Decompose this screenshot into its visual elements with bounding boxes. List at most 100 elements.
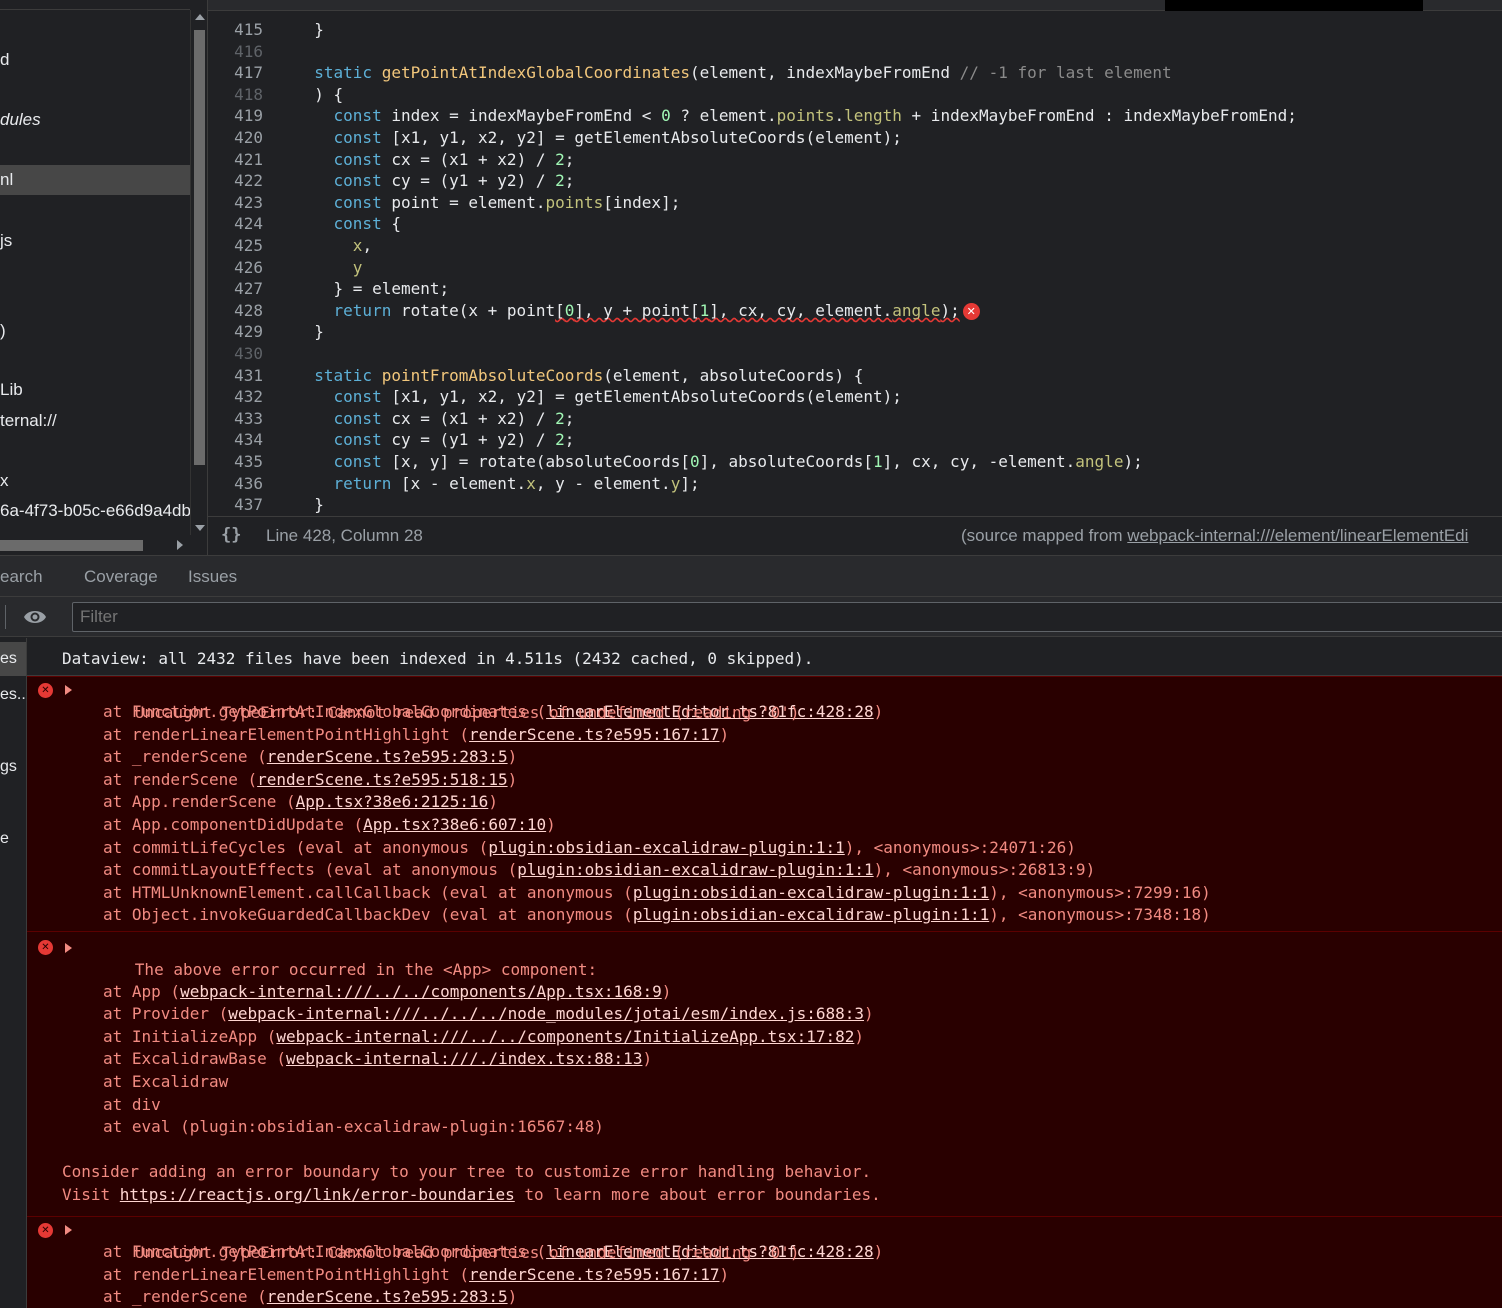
source-link[interactable]: webpack-internal:///../../components/Ini… xyxy=(276,1027,854,1046)
line-number[interactable]: 431 xyxy=(208,365,263,387)
code-token: const xyxy=(333,192,382,212)
console-filter-input[interactable] xyxy=(72,602,1502,632)
scroll-up-arrow-icon[interactable] xyxy=(195,14,205,20)
line-number[interactable]: 433 xyxy=(208,408,263,430)
code-token: ], cx, cy, element. xyxy=(709,300,893,320)
code-token: [index]; xyxy=(603,192,681,212)
expand-triangle-icon[interactable] xyxy=(65,685,72,695)
code-text: static pointFromAbsoluteCoords(element, … xyxy=(295,365,863,387)
line-number[interactable]: 423 xyxy=(208,192,263,214)
line-number[interactable]: 421 xyxy=(208,149,263,171)
eye-icon[interactable] xyxy=(23,606,47,628)
line-number[interactable]: 436 xyxy=(208,473,263,495)
code-token: ); xyxy=(1123,452,1143,471)
line-number[interactable]: 437 xyxy=(208,494,263,514)
line-number[interactable]: 429 xyxy=(208,321,263,343)
source-link[interactable]: plugin:obsidian-excalidraw-plugin:1:1 xyxy=(517,860,873,879)
code-token: cy = (y1 + y2) / xyxy=(381,430,556,450)
expand-triangle-icon[interactable] xyxy=(65,1225,72,1235)
frame-text: at InitializeApp ( xyxy=(103,1026,277,1046)
navigator-item[interactable]: d xyxy=(0,45,190,75)
source-link[interactable]: App.tsx?38e6:2125:16 xyxy=(296,792,489,811)
line-number[interactable]: 417 xyxy=(208,62,263,84)
navigator-item[interactable]: js xyxy=(0,226,190,256)
line-number[interactable]: 428 xyxy=(208,300,263,322)
code-text: const { xyxy=(295,213,401,235)
tab-coverage[interactable]: Coverage xyxy=(84,567,158,587)
source-link[interactable]: renderScene.ts?e595:283:5 xyxy=(267,747,508,766)
console-sidebar-item[interactable]: gs xyxy=(0,750,26,784)
code-token: ], absoluteCoords[ xyxy=(699,452,873,471)
line-number[interactable]: 426 xyxy=(208,257,263,279)
source-link[interactable]: plugin:obsidian-excalidraw-plugin:1:1 xyxy=(488,838,844,857)
tab-issues[interactable]: Issues xyxy=(188,567,237,587)
line-number[interactable]: 415 xyxy=(208,19,263,41)
error-header[interactable]: Uncaught TypeError: Cannot read properti… xyxy=(27,1217,1502,1262)
navigator-item[interactable]: ) xyxy=(0,316,190,346)
line-number[interactable]: 435 xyxy=(208,451,263,473)
code-text: x, xyxy=(295,235,372,257)
pretty-print-icon[interactable]: {} xyxy=(221,525,241,545)
stack-frame: at ExcalidrawBase (webpack-internal:///.… xyxy=(27,1048,1502,1071)
console-sidebar-item[interactable]: es... xyxy=(0,678,26,712)
source-link[interactable]: renderScene.ts?e595:283:5 xyxy=(267,1287,508,1306)
navigator-item-selected[interactable]: nl xyxy=(0,165,190,195)
source-link[interactable]: renderScene.ts?e595:167:17 xyxy=(469,1265,719,1284)
expand-triangle-icon[interactable] xyxy=(65,943,72,953)
line-number[interactable]: 419 xyxy=(208,105,263,127)
navigator-item[interactable]: x xyxy=(0,466,190,496)
code-token: const xyxy=(333,106,382,126)
scrollbar-thumb[interactable] xyxy=(0,540,143,551)
scroll-down-arrow-icon[interactable] xyxy=(195,525,205,531)
console-error-message: ✕ Uncaught TypeError: Cannot read proper… xyxy=(27,1216,1502,1308)
line-number[interactable]: 422 xyxy=(208,170,263,192)
code-token: const xyxy=(333,214,382,234)
source-link[interactable]: webpack-internal:///../../components/App… xyxy=(180,982,662,1001)
source-link[interactable]: webpack-internal:///../../../node_module… xyxy=(228,1004,864,1023)
frame-text: ), <anonymous>:7348:18) xyxy=(989,905,1211,925)
code-token: const xyxy=(333,171,382,191)
line-number[interactable]: 430 xyxy=(208,343,263,365)
source-link[interactable]: plugin:obsidian-excalidraw-plugin:1:1 xyxy=(633,883,989,902)
error-header[interactable]: Uncaught TypeError: Cannot read properti… xyxy=(27,677,1502,722)
source-link[interactable]: App.tsx?38e6:607:10 xyxy=(363,815,546,834)
line-number[interactable]: 418 xyxy=(208,84,263,106)
source-link[interactable]: renderScene.ts?e595:167:17 xyxy=(469,725,719,744)
navigator-item[interactable]: Lib xyxy=(0,375,190,405)
line-number[interactable]: 427 xyxy=(208,278,263,300)
console-sidebar-item[interactable]: es xyxy=(0,642,26,676)
line-number[interactable]: 425 xyxy=(208,235,263,257)
error-boundaries-link[interactable]: https://reactjs.org/link/error-boundarie… xyxy=(120,1185,515,1204)
tab-search[interactable]: earch xyxy=(0,567,43,587)
console-sidebar-item[interactable]: e xyxy=(0,822,26,856)
line-number[interactable]: 420 xyxy=(208,127,263,149)
navigator-item[interactable]: 6a-4f73-b05c-e66d9a4db xyxy=(0,496,190,526)
stack-frame: at renderScene (renderScene.ts?e595:518:… xyxy=(27,769,1502,792)
navigator-item[interactable]: ternal:// xyxy=(0,406,190,436)
scrollbar-thumb[interactable] xyxy=(194,30,205,465)
line-number[interactable]: 432 xyxy=(208,386,263,408)
component-stack: at App (webpack-internal:///../../compon… xyxy=(27,981,1502,1139)
code-token: [x1, y1, x2, y2] = getElementAbsoluteCoo… xyxy=(381,128,902,147)
frame-text: ), <anonymous>:24071:26) xyxy=(844,837,1076,857)
navigator-vertical-scrollbar[interactable] xyxy=(190,10,207,535)
line-number[interactable]: 416 xyxy=(208,41,263,63)
line-number[interactable]: 434 xyxy=(208,429,263,451)
frame-text: ) xyxy=(488,792,498,812)
error-header[interactable]: The above error occurred in the <App> co… xyxy=(27,932,1502,979)
source-link[interactable]: renderScene.ts?e595:518:15 xyxy=(257,770,507,789)
code-token: rotate(x + point xyxy=(391,300,556,320)
source-link[interactable]: webpack-internal:///./index.tsx:88:13 xyxy=(286,1049,642,1068)
code-area[interactable]: 415 } 416 417 static getPointAtIndexGlobal… xyxy=(208,19,1502,514)
frame-text: at commitLayoutEffects (eval at anonymou… xyxy=(103,860,518,880)
source-map-link[interactable]: webpack-internal:///element/linearElemen… xyxy=(1127,526,1468,545)
scroll-right-arrow-icon[interactable] xyxy=(177,540,183,550)
code-token: const xyxy=(333,452,382,471)
code-token: 2 xyxy=(555,171,565,191)
navigator-item[interactable]: dules xyxy=(0,105,190,135)
stack-frame: at div xyxy=(27,1094,1502,1117)
error-badge-icon[interactable]: ✕ xyxy=(962,302,980,320)
source-link[interactable]: plugin:obsidian-excalidraw-plugin:1:1 xyxy=(633,905,989,924)
navigator-horizontal-scrollbar[interactable] xyxy=(0,537,190,553)
line-number[interactable]: 424 xyxy=(208,213,263,235)
